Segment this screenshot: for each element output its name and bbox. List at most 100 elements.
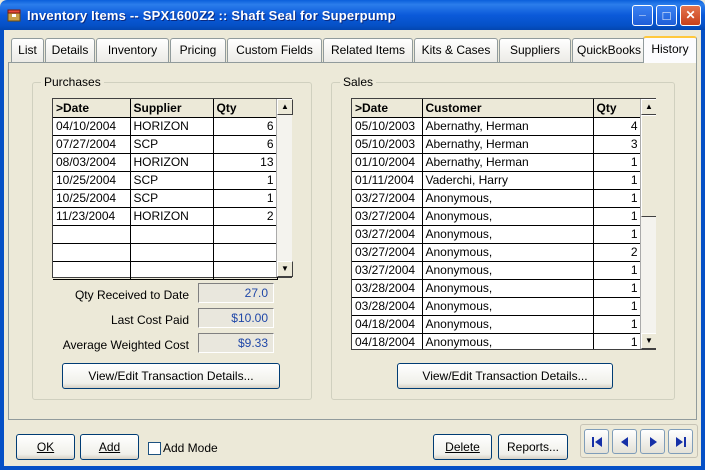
supplier-column-header[interactable]: Supplier: [130, 99, 214, 118]
delete-button[interactable]: Delete: [433, 434, 492, 460]
name-cell[interactable]: Abernathy, Herman: [422, 153, 594, 172]
qty-cell[interactable]: 1: [593, 297, 642, 316]
qty-cell[interactable]: 1: [593, 225, 642, 244]
date-cell[interactable]: 03/27/2004: [352, 225, 423, 244]
qty-column-header[interactable]: Qty: [213, 99, 278, 118]
qty-cell[interactable]: 2: [593, 243, 642, 262]
qty-cell[interactable]: 6: [213, 135, 278, 154]
last-record-button[interactable]: [668, 429, 693, 454]
scroll-up-icon[interactable]: ▲: [641, 99, 656, 115]
table-row[interactable]: 03/27/2004 Anonymous, 1: [352, 207, 642, 226]
date-cell[interactable]: 03/28/2004: [352, 279, 423, 298]
date-cell[interactable]: 10/25/2004: [53, 171, 131, 190]
name-cell[interactable]: Anonymous,: [422, 225, 594, 244]
name-cell[interactable]: Vaderchi, Harry: [422, 171, 594, 190]
name-cell[interactable]: Anonymous,: [422, 243, 594, 262]
tab-list[interactable]: List: [11, 38, 44, 62]
name-cell[interactable]: [130, 225, 214, 244]
name-cell[interactable]: Anonymous,: [422, 315, 594, 334]
tab-inventory[interactable]: Inventory: [96, 38, 169, 62]
scroll-down-icon[interactable]: ▼: [277, 261, 293, 277]
date-cell[interactable]: 04/18/2004: [352, 315, 423, 334]
table-row[interactable]: 10/25/2004 SCP 1: [53, 189, 278, 208]
next-record-button[interactable]: [640, 429, 665, 454]
table-row[interactable]: 10/25/2004 SCP 1: [53, 171, 278, 190]
tab-history[interactable]: History: [643, 36, 697, 63]
tab-pricing[interactable]: Pricing: [170, 38, 226, 62]
date-column-header[interactable]: >Date: [352, 99, 423, 118]
name-cell[interactable]: SCP: [130, 171, 214, 190]
table-row[interactable]: 04/10/2004 HORIZON 6: [53, 117, 278, 136]
date-cell[interactable]: 08/03/2004: [53, 153, 131, 172]
table-row[interactable]: 03/27/2004 Anonymous, 1: [352, 261, 642, 280]
name-cell[interactable]: SCP: [130, 189, 214, 208]
name-cell[interactable]: Anonymous,: [422, 261, 594, 280]
purchases-scrollbar[interactable]: ▲ ▼: [276, 99, 293, 277]
qty-cell[interactable]: [213, 243, 278, 262]
name-cell[interactable]: [130, 261, 214, 280]
table-row[interactable]: 03/28/2004 Anonymous, 1: [352, 297, 642, 316]
sales-scrollbar[interactable]: ▲ ▼: [640, 99, 656, 349]
purchases-view-edit-button[interactable]: View/Edit Transaction Details...: [62, 363, 280, 389]
table-row[interactable]: 04/18/2004 Anonymous, 1: [352, 315, 642, 334]
qty-cell[interactable]: 1: [213, 171, 278, 190]
table-row[interactable]: 05/10/2003 Abernathy, Herman 3: [352, 135, 642, 154]
name-cell[interactable]: HORIZON: [130, 207, 214, 226]
qty-cell[interactable]: 1: [593, 189, 642, 208]
table-row[interactable]: 03/27/2004 Anonymous, 1: [352, 225, 642, 244]
reports-button[interactable]: Reports...: [498, 434, 568, 460]
purchases-grid[interactable]: >Date Supplier Qty 04/10/2004 HORIZON 6 07/…: [52, 98, 293, 280]
table-row[interactable]: [53, 225, 278, 244]
maximize-button[interactable]: □: [656, 5, 677, 26]
add-button[interactable]: Add: [80, 434, 139, 460]
tab-custom-fields[interactable]: Custom Fields: [227, 38, 322, 62]
date-cell[interactable]: 03/27/2004: [352, 189, 423, 208]
table-row[interactable]: 08/03/2004 HORIZON 13: [53, 153, 278, 172]
first-record-button[interactable]: [584, 429, 609, 454]
date-cell[interactable]: [53, 261, 131, 280]
qty-cell[interactable]: 1: [593, 261, 642, 280]
qty-cell[interactable]: [213, 225, 278, 244]
tab-details[interactable]: Details: [45, 38, 95, 62]
table-row[interactable]: [53, 261, 278, 280]
qty-cell[interactable]: 13: [213, 153, 278, 172]
date-cell[interactable]: [53, 225, 131, 244]
qty-cell[interactable]: 6: [213, 117, 278, 136]
add-mode-checkbox[interactable]: [148, 442, 161, 455]
date-cell[interactable]: 04/10/2004: [53, 117, 131, 136]
table-row[interactable]: 03/27/2004 Anonymous, 1: [352, 189, 642, 208]
qty-cell[interactable]: 1: [593, 315, 642, 334]
tab-kits-cases[interactable]: Kits & Cases: [414, 38, 498, 62]
scroll-up-icon[interactable]: ▲: [277, 99, 293, 115]
name-cell[interactable]: Anonymous,: [422, 189, 594, 208]
qty-cell[interactable]: [213, 261, 278, 280]
table-row[interactable]: 03/27/2004 Anonymous, 2: [352, 243, 642, 262]
tab-quickbooks[interactable]: QuickBooks: [572, 38, 646, 62]
qty-cell[interactable]: 1: [593, 153, 642, 172]
qty-cell[interactable]: 4: [593, 117, 642, 136]
tab-related-items[interactable]: Related Items: [323, 38, 413, 62]
customer-column-header[interactable]: Customer: [422, 99, 594, 118]
date-cell[interactable]: 04/18/2004: [352, 333, 423, 349]
date-cell[interactable]: 01/11/2004: [352, 171, 423, 190]
qty-cell[interactable]: 1: [213, 189, 278, 208]
date-cell[interactable]: 03/27/2004: [352, 261, 423, 280]
date-cell[interactable]: 10/25/2004: [53, 189, 131, 208]
name-cell[interactable]: Abernathy, Herman: [422, 135, 594, 154]
date-cell[interactable]: 03/27/2004: [352, 207, 423, 226]
date-cell[interactable]: 01/10/2004: [352, 153, 423, 172]
scroll-thumb[interactable]: [641, 115, 656, 217]
name-cell[interactable]: Anonymous,: [422, 297, 594, 316]
qty-cell[interactable]: 1: [593, 333, 642, 349]
qty-cell[interactable]: 1: [593, 207, 642, 226]
table-row[interactable]: 04/18/2004 Anonymous, 1: [352, 333, 642, 349]
tab-suppliers[interactable]: Suppliers: [499, 38, 571, 62]
date-cell[interactable]: 03/27/2004: [352, 243, 423, 262]
scroll-down-icon[interactable]: ▼: [641, 333, 656, 349]
sales-grid[interactable]: >Date Customer Qty 05/10/2003 Abernathy, …: [351, 98, 656, 350]
qty-cell[interactable]: 1: [593, 279, 642, 298]
name-cell[interactable]: Abernathy, Herman: [422, 117, 594, 136]
ok-button[interactable]: OK: [16, 434, 75, 460]
name-cell[interactable]: HORIZON: [130, 117, 214, 136]
qty-cell[interactable]: 1: [593, 171, 642, 190]
